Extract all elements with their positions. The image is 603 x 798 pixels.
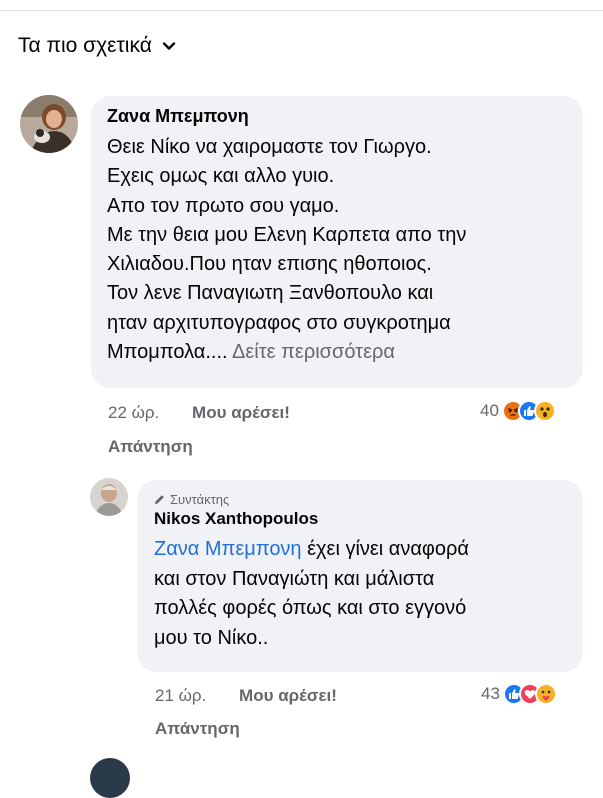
- comment-line: Μπομπολα.... Δείτε περισσότερα: [107, 338, 466, 367]
- comment-line-text: έχει γίνει αναφορά: [301, 538, 469, 560]
- comment-line: πολλές φορές όπως και στο εγγονό: [154, 597, 467, 619]
- avatar[interactable]: [90, 478, 128, 516]
- see-more-link[interactable]: Δείτε περισσότερα: [232, 341, 395, 363]
- comment-author[interactable]: Nikos Xanthopoulos: [154, 509, 469, 529]
- comment-line: Απο τον πρωτο σου γαμο.: [107, 194, 340, 217]
- comment-line: Ζανα Μπεμπονη έχει γίνει αναφορά: [154, 535, 469, 565]
- avatar[interactable]: [20, 95, 78, 153]
- like-button[interactable]: Μου αρέσει!: [192, 403, 290, 422]
- reply-bubble: Συντάκτης Nikos Xanthopoulos Ζανα Μπεμπο…: [137, 480, 583, 672]
- comment-line: Με την θεια μου Ελενη Καρπετα απο την: [107, 223, 467, 246]
- comment-line-text: Μπομπολα....: [107, 341, 228, 364]
- chevron-down-icon: [162, 42, 176, 50]
- timestamp[interactable]: 22 ώρ.: [108, 403, 159, 422]
- pencil-icon: [154, 495, 164, 505]
- comment-author[interactable]: Ζανα Μπεμπονη: [107, 106, 466, 127]
- comment-line: ηταν αρχιτυπογραφος στο συγκροτημα: [107, 311, 451, 334]
- comment-line: μου το Νίκο..: [154, 626, 269, 649]
- timestamp[interactable]: 21 ώρ.: [155, 686, 206, 705]
- reply-button[interactable]: Απάντηση: [108, 437, 193, 457]
- comment-actions: 21 ώρ. Μου αρέσει!: [155, 686, 337, 706]
- reaction-count: 43: [481, 684, 500, 703]
- comment-text: Ζανα Μπεμπονη έχει γίνει αναφορά και στο…: [154, 535, 469, 653]
- reactions-summary[interactable]: 43: [481, 683, 557, 705]
- comment-line: Χιλιαδου.Που ηταν επισης ηθοποιος.: [107, 253, 432, 276]
- sort-label: Τα πιο σχετικά: [18, 34, 152, 57]
- divider: [0, 10, 603, 11]
- reactions-summary[interactable]: 40: [480, 400, 556, 422]
- comment-actions: 22 ώρ. Μου αρέσει!: [108, 403, 290, 423]
- author-badge: Συντάκτης: [154, 492, 469, 507]
- comment-line: Θειε Νίκο να χαιρομαστε τον Γιωργο.: [107, 136, 432, 158]
- comment-line: Τον λενε Παναγιωτη Ξανθοπουλο και: [107, 282, 434, 305]
- comment-text: Θειε Νίκο να χαιρομαστε τον Γιωργο. Εχει…: [107, 133, 466, 367]
- next-avatar[interactable]: [90, 758, 130, 798]
- care-icon: [534, 683, 557, 705]
- reply-button[interactable]: Απάντηση: [155, 719, 240, 739]
- profile-photo: [90, 478, 128, 516]
- sort-dropdown[interactable]: Τα πιο σχετικά: [18, 34, 177, 58]
- reaction-count: 40: [480, 401, 499, 420]
- mention-link[interactable]: Ζανα Μπεμπονη: [154, 538, 302, 560]
- comment-line: Εχεις ομως και αλλο γυιο.: [107, 165, 335, 188]
- wow-icon: [533, 400, 556, 422]
- comment-bubble: Ζανα Μπεμπονη Θειε Νίκο να χαιρομαστε το…: [91, 96, 583, 388]
- like-button[interactable]: Μου αρέσει!: [239, 686, 337, 705]
- author-badge-label: Συντάκτης: [170, 492, 230, 507]
- profile-photo: [20, 95, 78, 153]
- comment-line: και στον Παναγιώτη και μάλιστα: [154, 567, 435, 590]
